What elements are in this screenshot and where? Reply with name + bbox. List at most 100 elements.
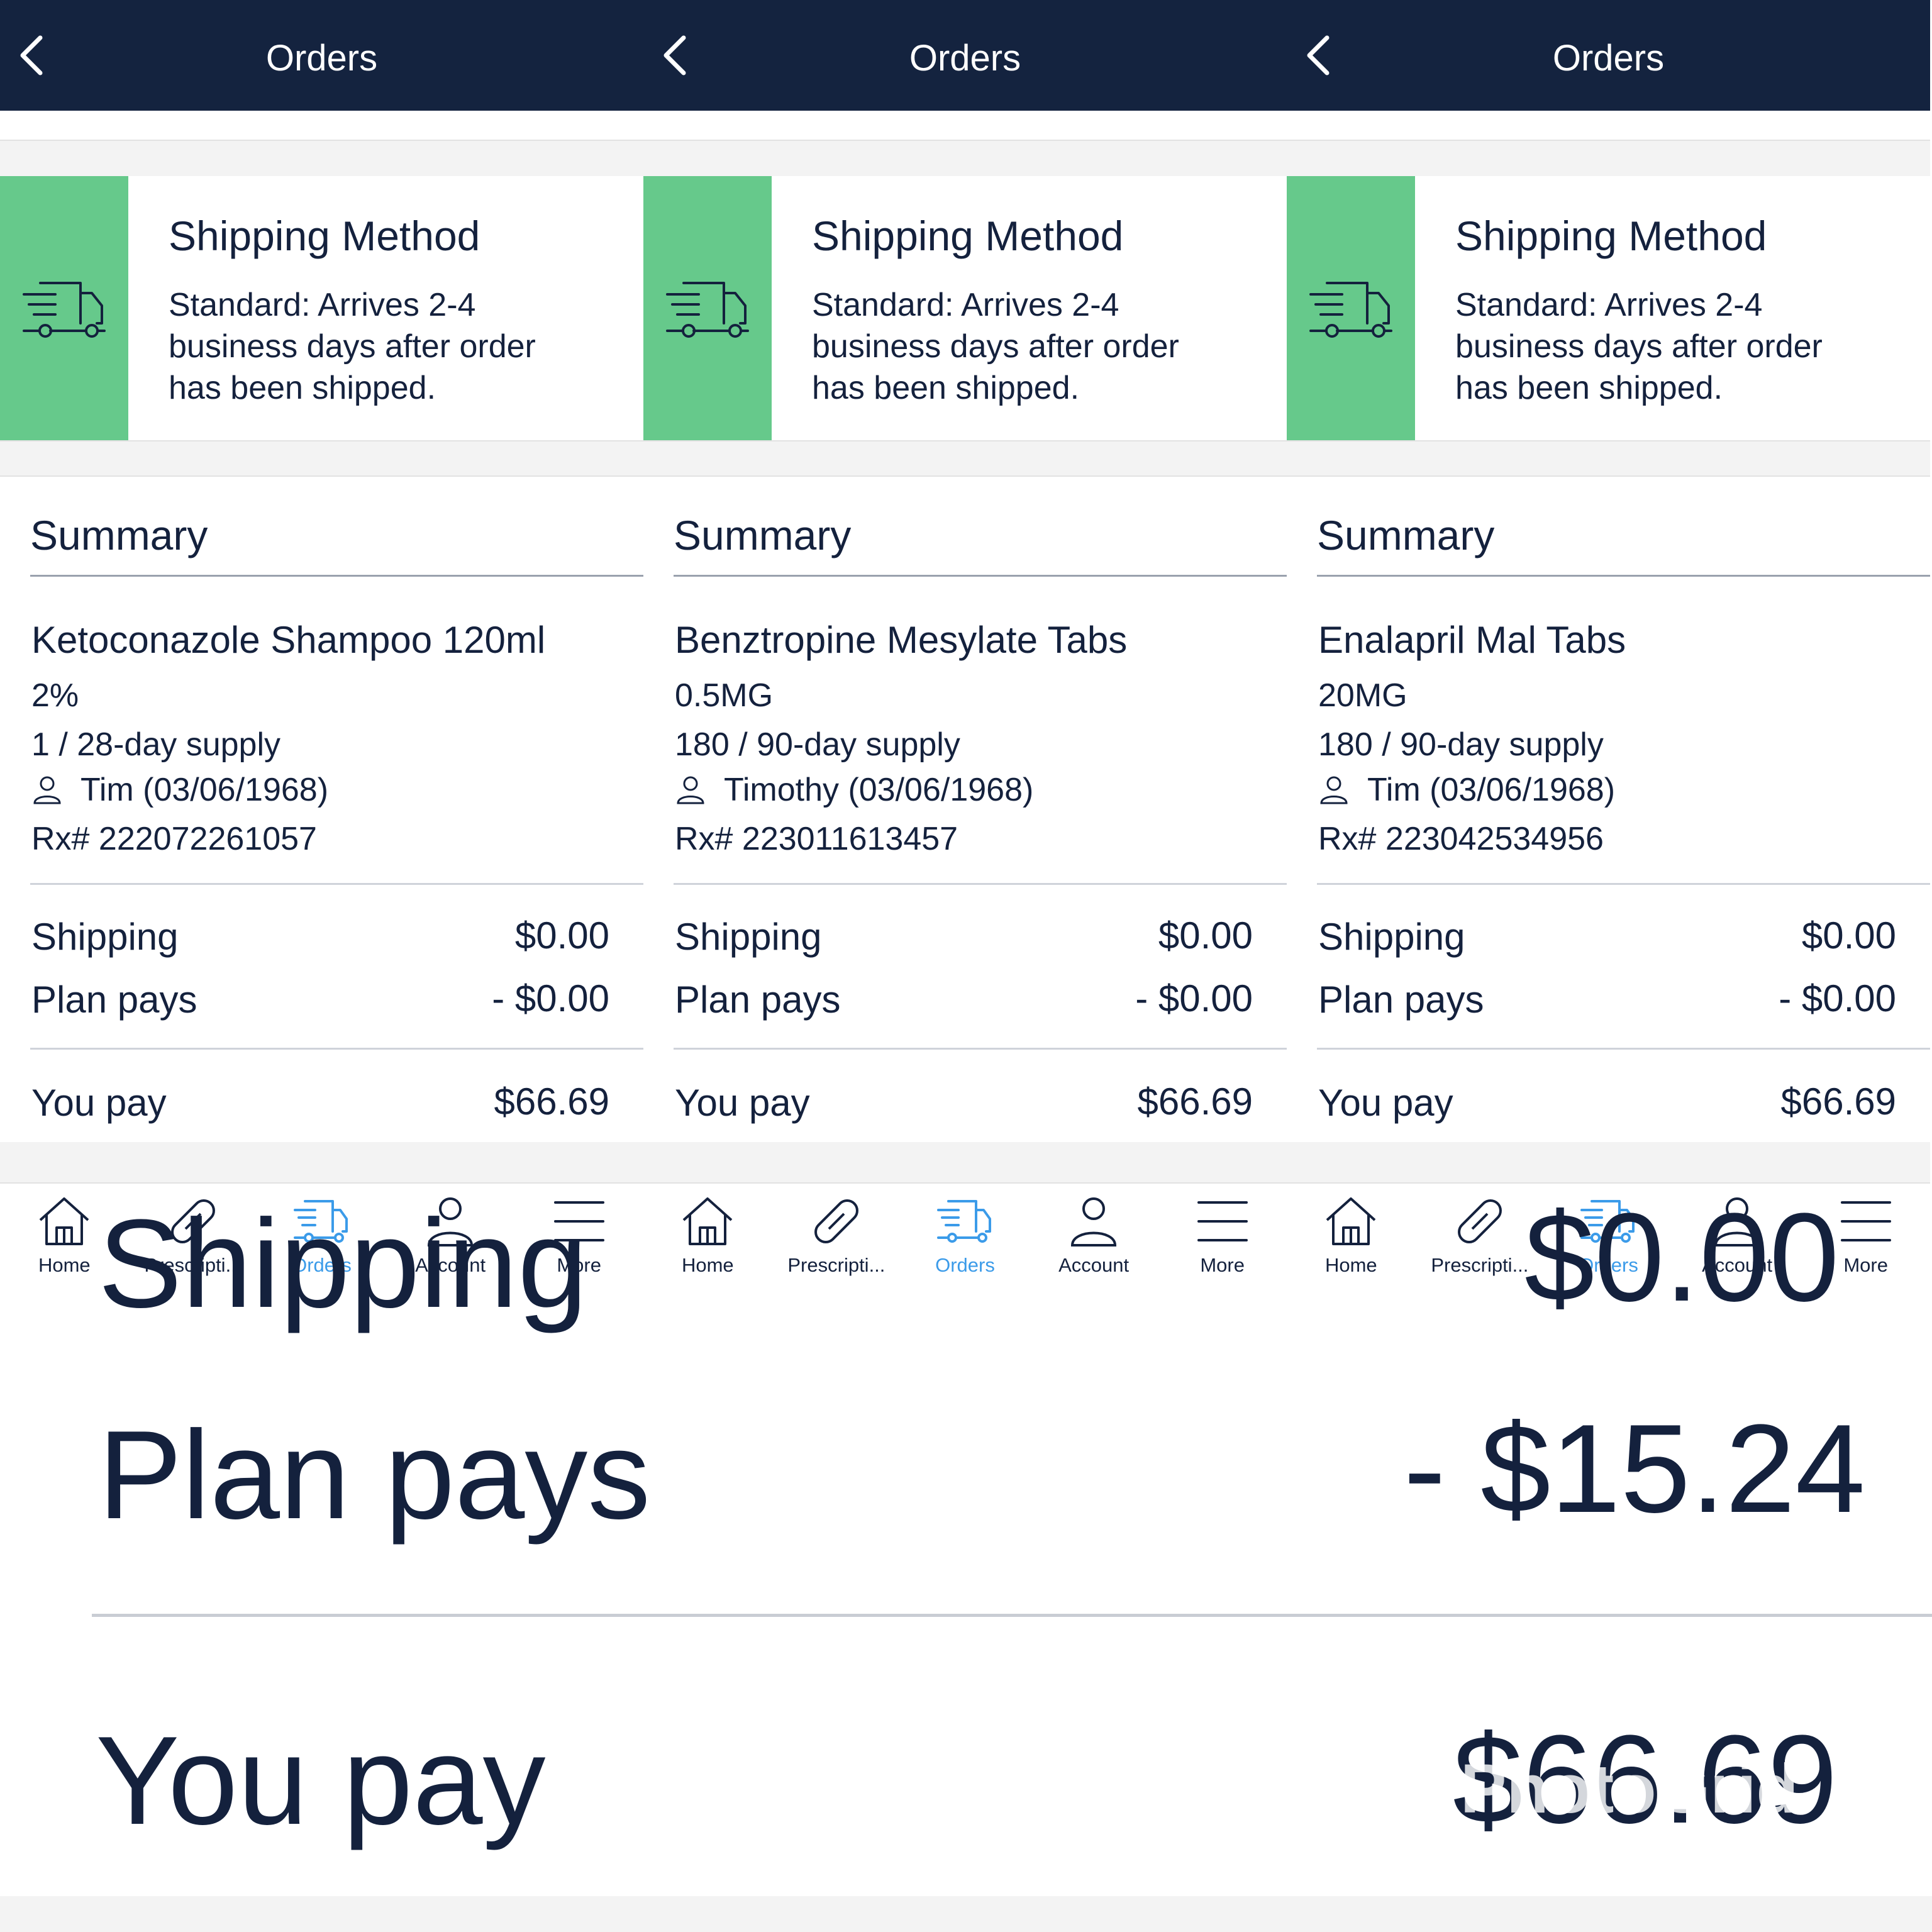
drug-name: Enalapril Mal Tabs — [1318, 619, 1626, 661]
shipping-cost: $0.00 — [514, 914, 609, 957]
shipping-method-card: Shipping Method Standard: Arrives 2-4 bu… — [643, 176, 1287, 441]
home-icon — [1326, 1197, 1376, 1245]
shipping-desc-line: Standard: Arrives 2-4 — [1455, 287, 1763, 323]
truck-icon — [1309, 282, 1392, 338]
tab-label: Home — [1324, 1254, 1377, 1276]
shipping-desc-line: has been shipped. — [1455, 370, 1723, 406]
section-divider — [1287, 140, 1930, 177]
plan-pays-amount: - $0.00 — [492, 977, 609, 1019]
watermark: PhotoGrid — [1402, 1755, 1799, 1824]
truck-icon — [23, 282, 106, 338]
shipping-desc-line: has been shipped. — [812, 370, 1080, 406]
person-icon — [33, 776, 61, 804]
drug-strength: 20MG — [1318, 677, 1407, 714]
tab-orders[interactable]: Orders — [901, 1184, 1030, 1283]
drug-name: Benztropine Mesylate Tabs — [675, 619, 1128, 661]
section-divider — [0, 441, 643, 477]
section-divider — [1287, 1142, 1930, 1184]
tab-label: Prescripti... — [787, 1254, 886, 1276]
pill-icon — [814, 1199, 858, 1243]
you-pay-label: You pay — [675, 1082, 810, 1124]
truck-icon — [666, 282, 749, 338]
tab-more[interactable]: More — [1158, 1184, 1287, 1283]
rx-number: Rx# 223042534956 — [1318, 821, 1604, 857]
patient-info: Timothy (03/06/1968) — [675, 774, 1033, 806]
section-divider — [0, 1142, 643, 1184]
shipping-cost: $0.00 — [1158, 914, 1253, 957]
patient-name: Tim (03/06/1968) — [1367, 772, 1616, 808]
shipping-desc-line: business days after order — [1455, 328, 1823, 365]
drug-name: Ketoconazole Shampoo 120ml — [31, 619, 546, 661]
divider — [674, 575, 1287, 577]
tab-label: More — [1843, 1254, 1888, 1276]
shipping-method-description: Standard: Arrives 2-4 business days afte… — [1455, 284, 1908, 409]
zoom-plan-pays-value: - $15.24 — [1404, 1399, 1865, 1539]
plan-pays-label: Plan pays — [675, 979, 841, 1021]
divider — [674, 1048, 1287, 1050]
shipping-cost: $0.00 — [1801, 914, 1896, 957]
drug-supply: 180 / 90-day supply — [675, 726, 960, 763]
person-icon — [677, 776, 704, 804]
tab-home[interactable]: Home — [1287, 1184, 1416, 1283]
patient-info: Tim (03/06/1968) — [1318, 774, 1615, 806]
divider — [674, 883, 1287, 885]
summary-title: Summary — [30, 512, 208, 558]
shipping-label: Shipping — [1318, 916, 1465, 958]
section-divider — [0, 1896, 1932, 1932]
patient-name: Timothy (03/06/1968) — [724, 772, 1034, 808]
drug-strength: 2% — [31, 677, 79, 714]
page-title: Orders — [265, 38, 378, 79]
divider — [1317, 883, 1930, 885]
bottom-tab-bar: Home Prescripti... Orders Account More — [643, 1184, 1287, 1283]
app-header: Orders — [0, 0, 643, 111]
tab-home[interactable]: Home — [643, 1184, 772, 1283]
truck-icon — [937, 1200, 992, 1243]
summary-title: Summary — [1317, 512, 1495, 558]
home-icon — [39, 1197, 89, 1245]
drug-supply: 180 / 90-day supply — [1318, 726, 1604, 763]
divider — [30, 1048, 643, 1050]
shipping-icon-box — [643, 176, 772, 440]
shipping-label: Shipping — [31, 916, 179, 958]
drug-strength: 0.5MG — [675, 677, 774, 714]
plan-pays-amount: - $0.00 — [1779, 977, 1896, 1019]
divider — [92, 1614, 1932, 1617]
menu-icon — [1840, 1201, 1891, 1241]
summary-title: Summary — [674, 512, 852, 558]
tab-label: Orders — [935, 1254, 995, 1276]
photogrid-logo-icon — [1406, 1769, 1452, 1809]
patient-info: Tim (03/06/1968) — [31, 774, 328, 806]
shipping-method-description: Standard: Arrives 2-4 business days afte… — [169, 284, 621, 409]
section-divider — [1287, 441, 1930, 477]
shipping-method-description: Standard: Arrives 2-4 business days afte… — [812, 284, 1265, 409]
order-screen: Orders Shipping Method Standard: Arrives… — [1287, 0, 1930, 1283]
zoom-you-pay-label: You pay — [96, 1711, 546, 1851]
tab-account[interactable]: Account — [1030, 1184, 1158, 1283]
shipping-method-card: Shipping Method Standard: Arrives 2-4 bu… — [1287, 176, 1930, 441]
you-pay-label: You pay — [1318, 1082, 1453, 1124]
you-pay-amount: $66.69 — [1137, 1080, 1253, 1123]
tab-prescriptions[interactable]: Prescripti... — [772, 1184, 901, 1283]
shipping-desc-line: business days after order — [812, 328, 1179, 365]
zoom-shipping-value: $0.00 — [1524, 1187, 1840, 1328]
plan-pays-label: Plan pays — [1318, 979, 1484, 1021]
section-divider — [643, 140, 1287, 177]
shipping-method-card: Shipping Method Standard: Arrives 2-4 bu… — [0, 176, 643, 441]
shipping-desc-line: has been shipped. — [169, 370, 436, 406]
patient-name: Tim (03/06/1968) — [80, 772, 329, 808]
tab-label: Account — [1058, 1254, 1130, 1276]
divider — [1317, 1048, 1930, 1050]
home-icon — [682, 1197, 733, 1245]
divider — [30, 575, 643, 577]
person-icon — [1071, 1197, 1117, 1246]
section-divider — [0, 140, 643, 177]
page-title: Orders — [909, 38, 1021, 79]
section-divider — [643, 1142, 1287, 1184]
plan-pays-amount: - $0.00 — [1135, 977, 1253, 1019]
watermark-text: PhotoGrid — [1460, 1750, 1799, 1828]
you-pay-amount: $66.69 — [1780, 1080, 1896, 1123]
shipping-icon-box — [0, 176, 128, 440]
shipping-desc-line: Standard: Arrives 2-4 — [169, 287, 476, 323]
zoom-plan-pays-label: Plan pays — [98, 1405, 651, 1545]
order-screen: Orders Shipping Method Standard: Arrives… — [0, 0, 643, 1283]
